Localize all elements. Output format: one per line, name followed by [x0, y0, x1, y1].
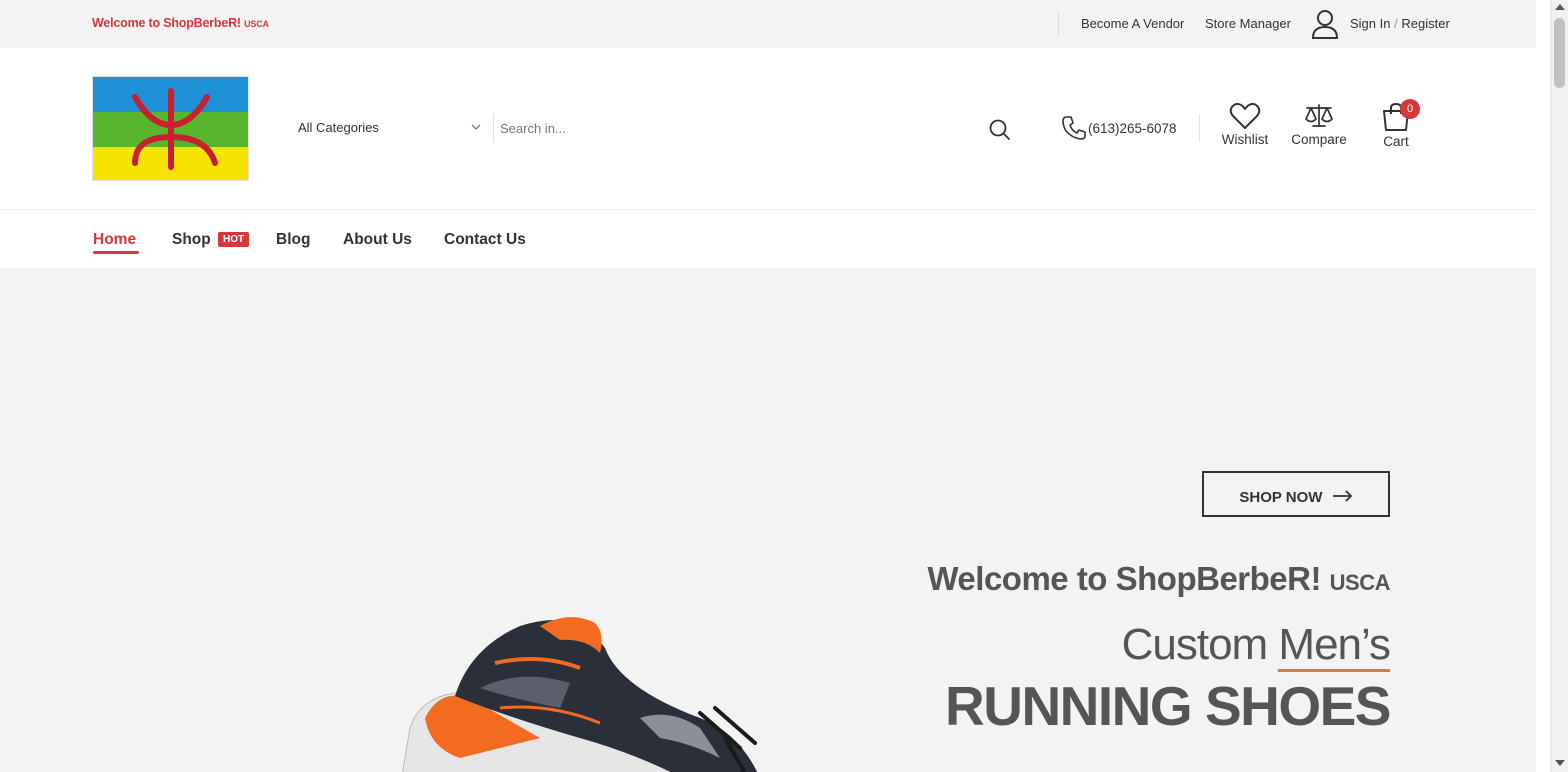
wishlist-button[interactable]: Wishlist — [1221, 102, 1269, 147]
nav-item-shop[interactable]: Shop — [172, 231, 211, 249]
search-icon[interactable] — [988, 118, 1012, 142]
search-bar: All Categories — [292, 108, 1022, 148]
sign-in-link[interactable]: Sign In — [1350, 16, 1390, 31]
sign-in-register: Sign In / Register — [1350, 16, 1450, 31]
hero-welcome-heading: Welcome to ShopBerbeR! USCA — [927, 560, 1390, 597]
chevron-down-icon — [471, 124, 481, 130]
search-separator — [493, 114, 494, 142]
phone-icon — [1062, 116, 1086, 140]
hero-subtitle-highlight: Men’s — [1278, 620, 1391, 672]
top-bar: Welcome to ShopBerbeR! USCA Become A Ven… — [0, 0, 1536, 48]
nav-active-underline — [93, 251, 139, 254]
sign-separator: / — [1394, 16, 1398, 31]
main-header: All Categories (613)265-6078 Wishlist — [0, 48, 1536, 210]
main-nav: Home Shop HOT Blog About Us Contact Us — [0, 211, 1536, 268]
cart-count-badge: 0 — [1400, 99, 1420, 119]
top-welcome-text: Welcome to ShopBerbeR! USCA — [92, 16, 269, 30]
nav-item-blog[interactable]: Blog — [276, 231, 310, 249]
site-logo[interactable] — [92, 76, 249, 181]
compare-label: Compare — [1291, 132, 1347, 147]
cart-label: Cart — [1383, 134, 1409, 149]
header-divider — [1199, 114, 1200, 142]
page-scrollbar[interactable] — [1550, 0, 1568, 772]
hero-subtitle: Custom Men’s — [1122, 620, 1391, 672]
user-icon[interactable] — [1310, 8, 1340, 40]
hero-banner: Welcome to ShopBerbeR! USCA Custom Men’s… — [0, 268, 1536, 772]
running-shoe-image — [402, 617, 758, 772]
shop-now-button[interactable]: SHOP NOW — [1202, 471, 1390, 517]
scroll-down-arrow-icon[interactable] — [1555, 760, 1565, 766]
compare-scale-icon — [1305, 104, 1333, 127]
nav-item-about-us[interactable]: About Us — [343, 231, 412, 249]
nav-item-contact-us[interactable]: Contact Us — [444, 231, 526, 249]
heart-icon — [1229, 102, 1261, 129]
top-divider — [1058, 12, 1059, 36]
scroll-up-arrow-icon[interactable] — [1555, 4, 1565, 10]
arrow-right-icon — [1332, 490, 1352, 502]
yaz-symbol-icon — [132, 88, 218, 170]
compare-button[interactable]: Compare — [1288, 102, 1350, 147]
nav-item-home[interactable]: Home — [93, 231, 136, 249]
hero-title: RUNNING SHOES — [945, 675, 1392, 737]
hot-badge: HOT — [218, 232, 250, 247]
shop-now-label: SHOP NOW — [1239, 489, 1323, 506]
search-input[interactable] — [500, 116, 970, 140]
wishlist-label: Wishlist — [1221, 132, 1269, 147]
phone-number[interactable]: (613)265-6078 — [1088, 121, 1177, 136]
scroll-thumb[interactable] — [1554, 18, 1565, 88]
store-manager-link[interactable]: Store Manager — [1205, 16, 1291, 31]
category-select[interactable]: All Categories — [292, 108, 492, 148]
become-vendor-link[interactable]: Become A Vendor — [1081, 16, 1184, 31]
register-link[interactable]: Register — [1401, 16, 1449, 31]
